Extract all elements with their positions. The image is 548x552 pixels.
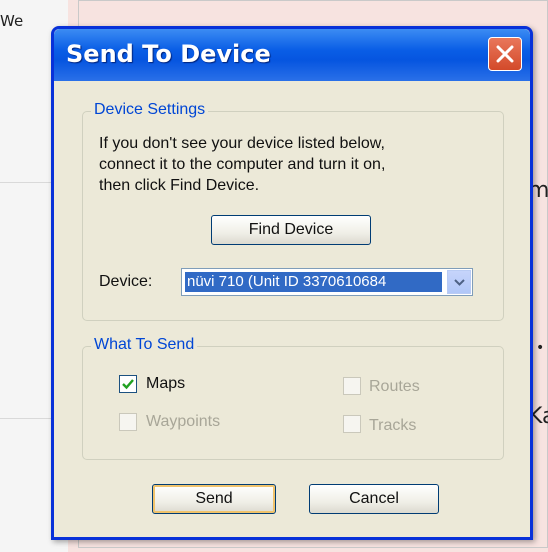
find-device-button[interactable]: Find Device — [211, 215, 371, 245]
dropdown-arrow-button[interactable] — [447, 270, 471, 294]
instruction-line: then click Find Device. — [99, 177, 260, 194]
device-settings-label: Device Settings — [91, 101, 209, 119]
dialog-title: Send To Device — [66, 40, 271, 68]
device-instructions: If you don't see your device listed belo… — [99, 133, 479, 196]
title-bar[interactable]: Send To Device — [54, 29, 530, 81]
checkmark-icon — [122, 379, 134, 390]
maps-label[interactable]: Maps — [146, 375, 185, 393]
what-to-send-group: What To Send — [82, 336, 504, 460]
cancel-button[interactable]: Cancel — [309, 484, 439, 514]
send-button[interactable]: Send — [152, 484, 276, 514]
send-to-device-dialog: Send To Device Device Settings If you do… — [51, 26, 533, 540]
background-tab-label: We — [0, 12, 24, 30]
tracks-checkbox[interactable] — [343, 415, 361, 433]
instruction-line: If you don't see your device listed belo… — [99, 135, 385, 152]
chevron-down-icon — [454, 279, 465, 286]
tracks-label[interactable]: Tracks — [369, 417, 416, 435]
what-to-send-label: What To Send — [91, 336, 198, 354]
routes-checkbox[interactable] — [343, 377, 361, 395]
device-select-value: nüvi 710 (Unit ID 3370610684 — [185, 272, 442, 292]
routes-label[interactable]: Routes — [369, 378, 420, 396]
close-icon — [496, 45, 514, 63]
device-label: Device: — [99, 273, 153, 290]
instruction-line: connect it to the computer and turn it o… — [99, 156, 386, 173]
device-select[interactable]: nüvi 710 (Unit ID 3370610684 — [181, 268, 473, 296]
waypoints-checkbox[interactable] — [119, 413, 137, 431]
map-label: • — [536, 340, 545, 356]
waypoints-label[interactable]: Waypoints — [146, 413, 220, 431]
maps-checkbox[interactable] — [119, 375, 137, 393]
close-button[interactable] — [488, 37, 522, 71]
